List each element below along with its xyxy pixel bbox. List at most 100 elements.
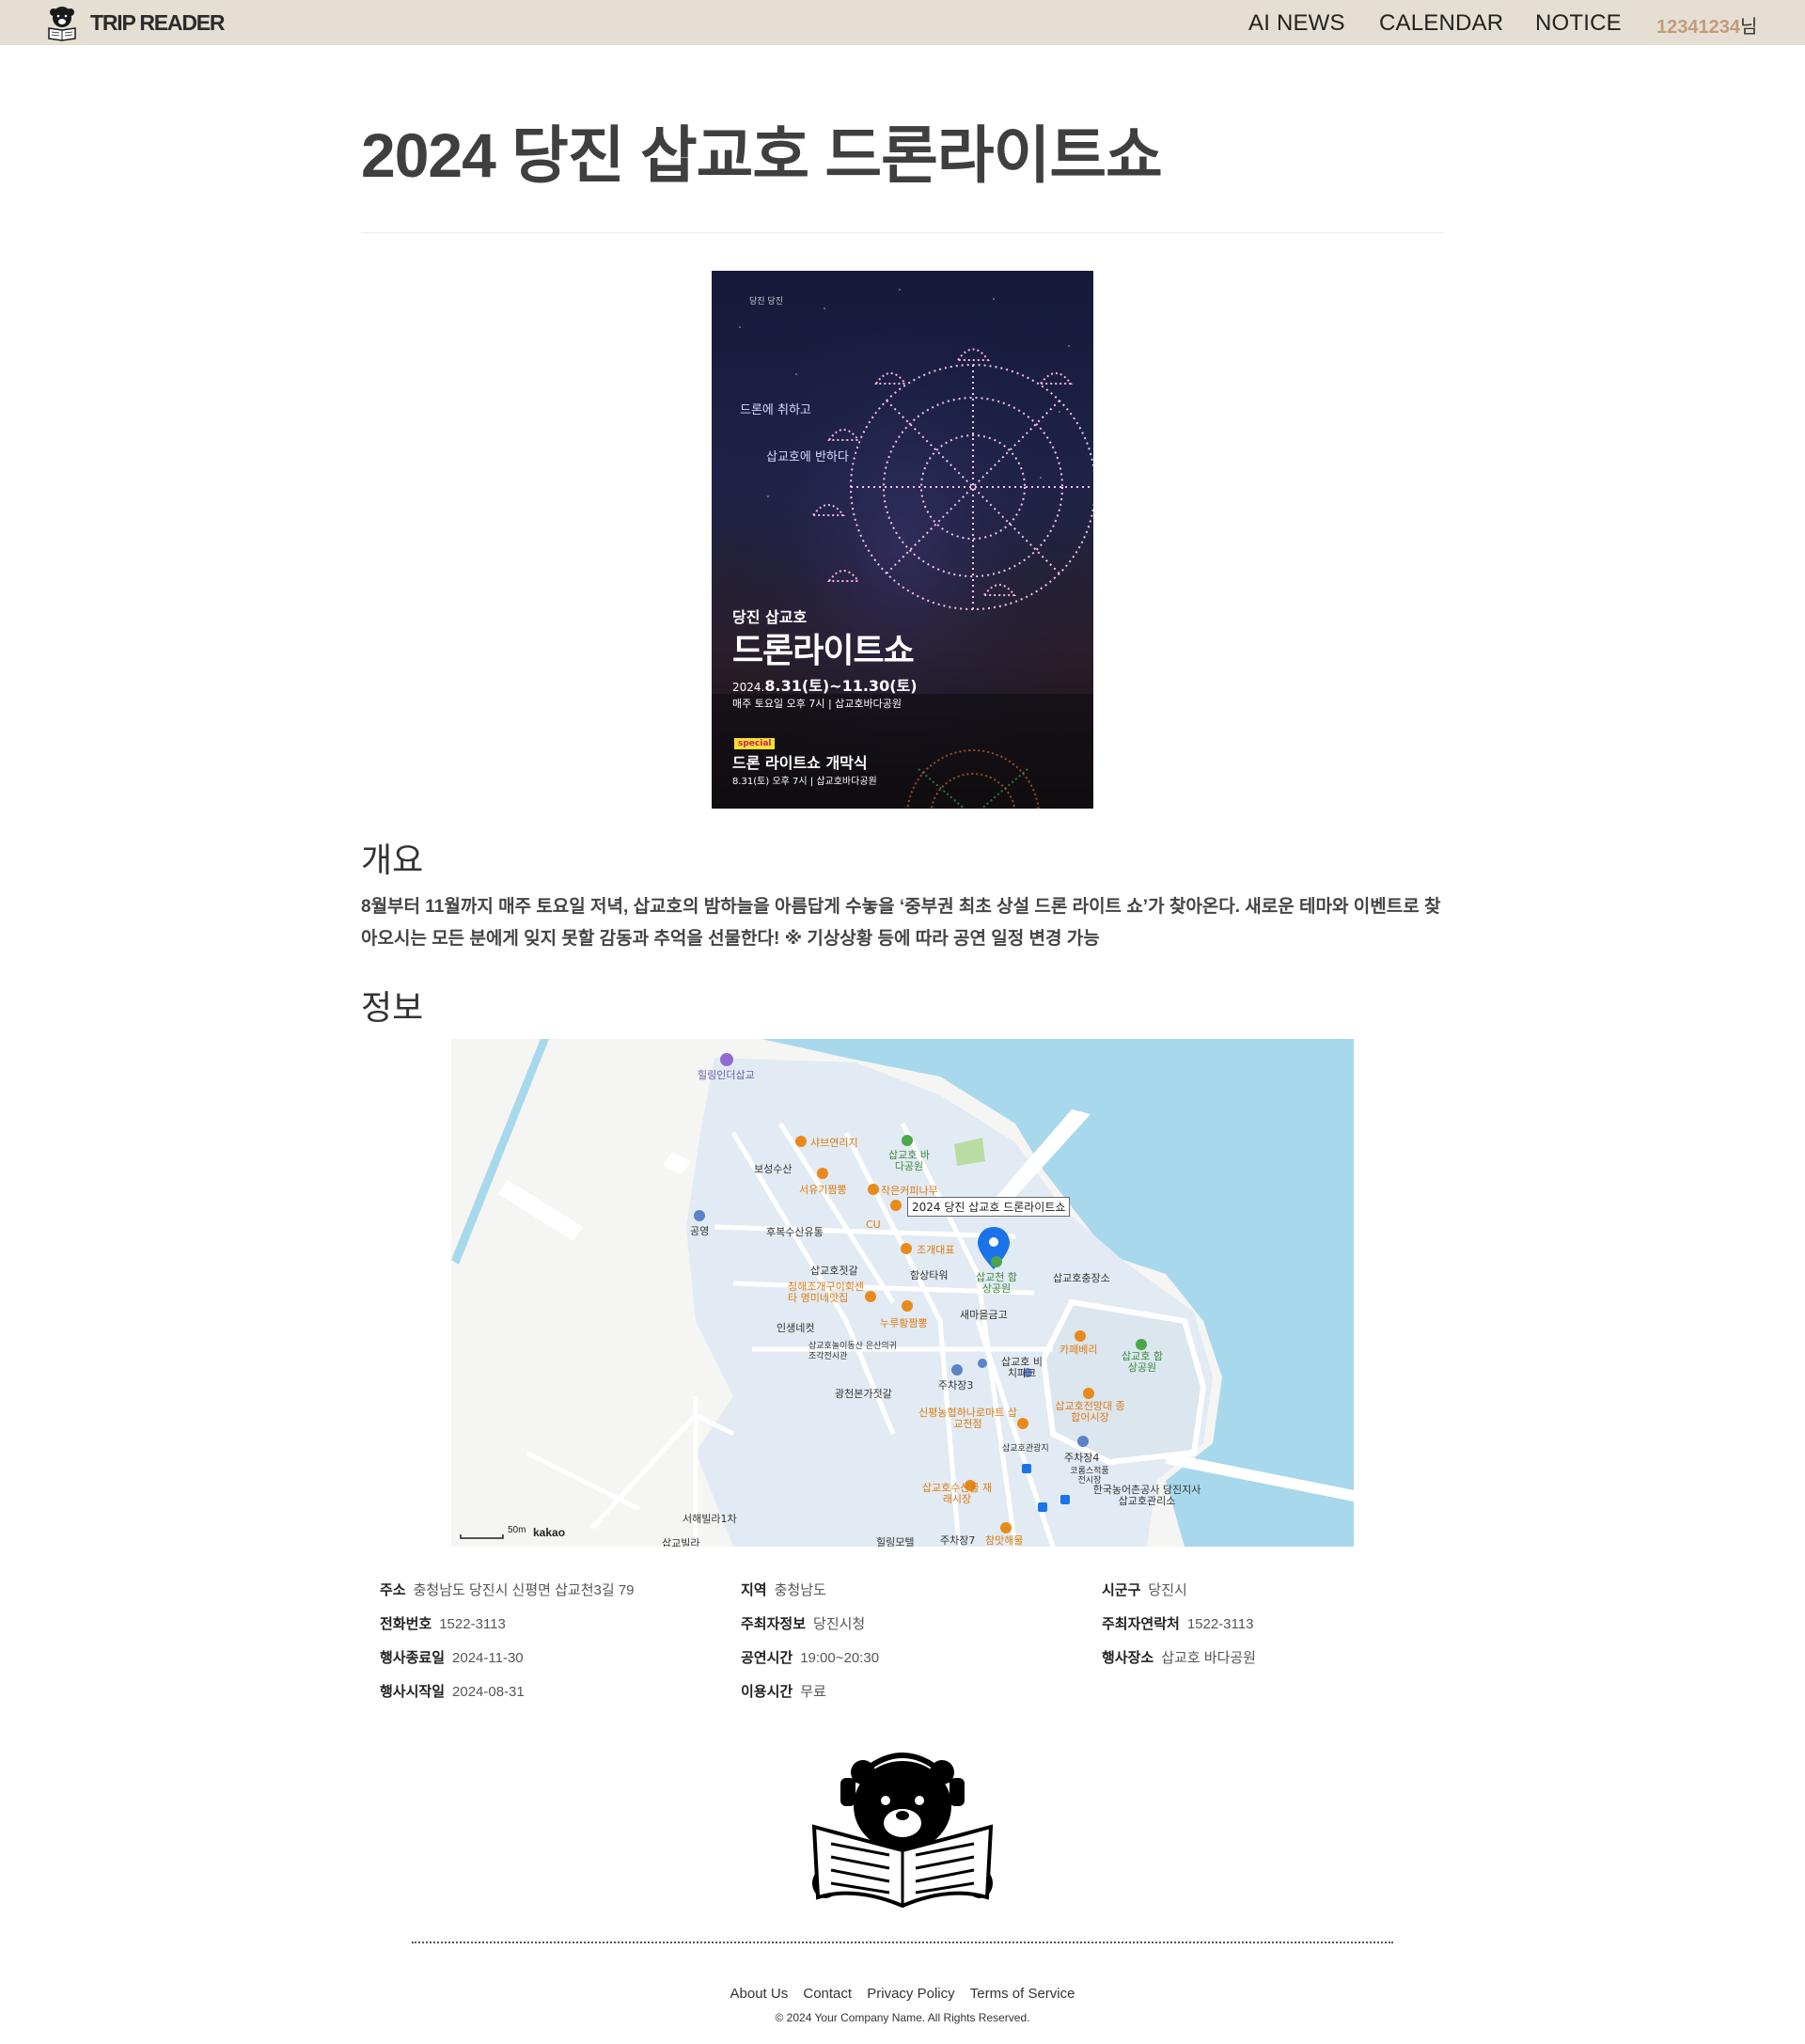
footer-divider: [412, 1942, 1393, 1943]
info-value: 충청남도: [774, 1582, 826, 1598]
overview-heading: 개요: [361, 841, 424, 879]
poster-date-range: 8.31(토)~11.30(토): [764, 677, 918, 695]
map-base: [451, 1039, 1354, 1547]
info-value: 무료: [800, 1684, 826, 1700]
poster-side-text-1: 드론에 취하고: [740, 403, 811, 417]
event-poster-image: 당진 당진 드론에 취하고 삽교호에 반하다 당진 삽교호 드론라이트쇼 202…: [712, 271, 1093, 809]
info-key: 전화번호: [380, 1616, 432, 1632]
bear-reader-logo-icon: [48, 7, 76, 41]
username: 12341234: [1656, 17, 1740, 38]
map-poi-label[interactable]: 힐링모텔: [876, 1534, 914, 1547]
map-poi-label[interactable]: 인생네컷: [777, 1320, 814, 1335]
location-map[interactable]: 힐링인더삽교 샤브연리지 삽교호 바다공원 보성수산 서유기짬뽕 작은커피나무 …: [451, 1039, 1354, 1547]
info-end-date: 행사종료일 2024-11-30: [380, 1647, 524, 1667]
footer-link-about[interactable]: About Us: [730, 1986, 789, 2002]
info-key: 주최자정보: [741, 1616, 807, 1632]
map-poi-label[interactable]: 서해빌라1차: [683, 1511, 737, 1526]
map-poi-label[interactable]: 삽교호충장소: [1053, 1270, 1110, 1285]
nav-calendar[interactable]: CALENDAR: [1379, 10, 1503, 37]
poster-date: 2024.8.31(토)~11.30(토): [732, 673, 918, 696]
map-poi-label[interactable]: 샤브연리지: [810, 1135, 858, 1150]
map-poi-label[interactable]: 누루황짬뽕: [880, 1315, 928, 1330]
map-poi-label[interactable]: 삽교호전망대 종합어시장: [1055, 1401, 1125, 1423]
info-value: 당진시청: [813, 1616, 866, 1632]
map-poi-label[interactable]: 카페베리: [1059, 1342, 1097, 1357]
map-poi-label[interactable]: 한국농어촌공사 당진지사 삽교호관리소: [1091, 1485, 1203, 1507]
map-poi-label[interactable]: 삽교호 함상공원: [1119, 1351, 1166, 1374]
info-value: 충청남도 당진시 신평면 삽교천3길 79: [413, 1582, 635, 1598]
map-poi-label[interactable]: 광천본가젓갈: [835, 1386, 892, 1401]
brand-home-link[interactable]: TRIP READER: [45, 4, 225, 41]
info-key: 주최자연락처: [1102, 1616, 1180, 1632]
title-divider: [361, 232, 1444, 233]
info-value: 2024-11-30: [452, 1650, 524, 1666]
info-venue: 행사장소 삽교호 바다공원: [1102, 1647, 1256, 1667]
footer-links: About Us Contact Privacy Policy Terms of…: [0, 1986, 1805, 2002]
info-value: 2024-08-31: [452, 1684, 525, 1700]
map-poi-label[interactable]: 삽교빌라: [662, 1535, 699, 1547]
map-poi-label[interactable]: 공영: [690, 1223, 709, 1238]
poster-side-text-2: 삽교호에 반하다: [766, 450, 849, 464]
map-poi-label[interactable]: 청해조개구이회센타 명미네맛집: [788, 1281, 868, 1304]
info-organizer-contact: 주최자연락처 1522-3113: [1102, 1613, 1253, 1633]
map-poi-label[interactable]: 조개대표: [917, 1242, 954, 1257]
map-poi-label[interactable]: 주차장3: [938, 1377, 973, 1392]
info-value: 당진시: [1148, 1582, 1187, 1598]
map-poi-label[interactable]: 서유기짬뽕: [799, 1182, 847, 1197]
info-key: 행사시작일: [380, 1684, 446, 1700]
info-region: 지역 충청남도: [741, 1580, 826, 1599]
info-value: 1522-3113: [439, 1616, 506, 1632]
map-poi-label[interactable]: 삽교천 함상공원: [973, 1272, 1020, 1295]
info-value: 1522-3113: [1186, 1616, 1254, 1632]
poster-special-badge: special: [734, 738, 776, 749]
poster-date-prefix: 2024.: [732, 681, 765, 694]
brand-name: TRIP READER: [90, 9, 225, 35]
info-district: 시군구 당진시: [1102, 1580, 1187, 1599]
info-key: 시군구: [1102, 1582, 1141, 1598]
info-key: 주소: [380, 1582, 406, 1598]
footer-copyright: © 2024 Your Company Name. All Rights Res…: [775, 2011, 1030, 2024]
poster-time-line: 매주 토요일 오후 7시 | 삽교호바다공원: [732, 698, 902, 710]
info-value: 삽교호 바다공원: [1161, 1650, 1256, 1666]
map-poi-label[interactable]: 주차장4: [1064, 1450, 1099, 1465]
map-poi-label[interactable]: 삽교호관광지: [1002, 1441, 1049, 1454]
top-navbar: TRIP READER AI NEWS CALENDAR NOTICE 1234…: [0, 0, 1805, 45]
map-poi-label[interactable]: 새마을금고: [960, 1307, 1008, 1322]
map-poi-label[interactable]: 삽교호수산물 재래시장: [919, 1483, 995, 1505]
poster-special-detail: 8.31(토) 오후 7시 | 삽교호바다공원: [732, 777, 877, 787]
info-heading: 정보: [361, 988, 424, 1027]
map-poi-label[interactable]: 힐링인더삽교: [698, 1067, 755, 1082]
map-poi-label[interactable]: 삽교호 비치파크: [998, 1357, 1045, 1379]
poster-artwork: [712, 271, 1093, 809]
nav-ai-news[interactable]: AI NEWS: [1248, 10, 1345, 37]
username-suffix: 님: [1739, 17, 1758, 38]
map-poi-label[interactable]: 작은커피나무: [881, 1183, 938, 1198]
info-key: 행사종료일: [380, 1650, 446, 1666]
info-key: 이용시간: [741, 1684, 793, 1700]
nav-notice[interactable]: NOTICE: [1535, 10, 1622, 37]
map-poi-label[interactable]: 함상타워: [910, 1267, 948, 1282]
poster-main-title: 드론라이트쇼: [732, 632, 915, 670]
map-poi-label[interactable]: 참맛해물: [985, 1533, 1023, 1547]
map-poi-label[interactable]: 주차장7: [940, 1533, 975, 1547]
footer-link-contact[interactable]: Contact: [803, 1986, 852, 2002]
map-poi-label[interactable]: CU: [866, 1219, 881, 1231]
info-value: 19:00~20:30: [800, 1650, 880, 1666]
map-poi-label[interactable]: 삽교호놀이동산 은산의귀조각전시관: [808, 1342, 898, 1362]
info-key: 행사장소: [1102, 1650, 1154, 1666]
user-menu[interactable]: 12341234님: [1656, 11, 1757, 39]
poster-special-title: 드론 라이트쇼 개막식: [732, 754, 868, 772]
map-poi-label[interactable]: 삽교호 바다공원: [886, 1150, 933, 1172]
footer-link-privacy[interactable]: Privacy Policy: [867, 1986, 954, 2002]
info-address: 주소 충청남도 당진시 신평면 삽교천3길 79: [380, 1580, 635, 1599]
map-poi-label[interactable]: 후복수산유통: [766, 1224, 824, 1239]
map-poi-label[interactable]: 코롬스적품 전시장: [1066, 1467, 1113, 1486]
map-poi-label[interactable]: 신평농협하나로마트 삽교천점: [918, 1407, 1017, 1430]
map-poi-label[interactable]: 삽교호젓갈: [810, 1263, 858, 1278]
map-poi-label[interactable]: 보성수산: [754, 1161, 792, 1176]
info-key: 지역: [741, 1582, 767, 1598]
map-provider-logo[interactable]: kakao: [533, 1526, 565, 1539]
info-organizer: 주최자정보 당진시청: [741, 1613, 865, 1633]
footer-link-terms[interactable]: Terms of Service: [970, 1986, 1075, 2002]
info-usage-fee: 이용시간 무료: [741, 1681, 826, 1701]
